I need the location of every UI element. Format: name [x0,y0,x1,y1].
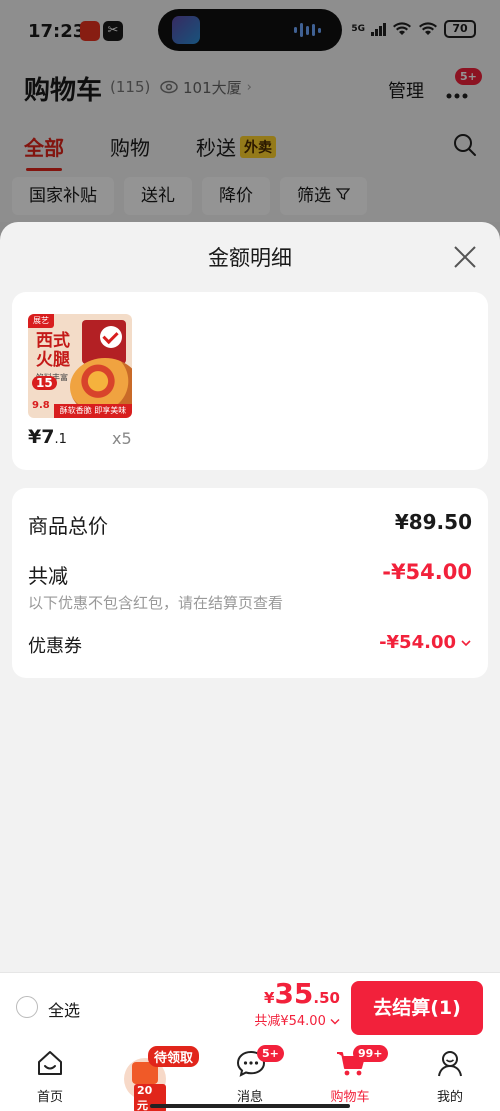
tab-home-label: 首页 [36,1090,63,1105]
amount-currency: ¥ [264,989,275,1007]
saved-toggle[interactable]: 共减¥54.00 [254,1010,340,1029]
product-brand: 展艺 [28,314,54,328]
saved-amount: 共减¥54.00 [254,1014,326,1029]
discount-note: 以下优惠不包含红包，请在结算页查看 [28,594,284,612]
checkout-button[interactable]: 去结算(1) [351,981,483,1035]
chevron-down-icon [330,1019,340,1025]
product-card: 展艺 西式火腿 馅料丰富 15 9.8 酥软香脆 即享美味 ¥7.1 x5 [12,292,488,470]
select-all-label[interactable]: 全选 [48,997,80,1021]
total-label: 商品总价 [28,514,108,538]
promo-15-badge: 15 [32,376,57,390]
checkout-bar: 全选 ¥35.50 共减¥54.00 去结算(1) [0,972,500,1040]
discount-value: -¥54.00 [382,560,472,584]
tab-messages-label: 消息 [236,1090,263,1105]
coupon-row-toggle[interactable]: -¥54.00 [379,632,472,653]
check-badge-icon [100,326,122,348]
amount-dec: .50 [313,989,340,1007]
product-price-int: ¥7 [28,426,55,448]
product-image[interactable]: 展艺 西式火腿 馅料丰富 15 9.8 酥软香脆 即享美味 [28,314,132,418]
home-icon [38,1051,62,1075]
select-all-checkbox[interactable] [16,996,38,1018]
tab-mine-label: 我的 [436,1090,463,1105]
close-icon[interactable] [452,244,478,270]
tab-messages[interactable]: 5+ 消息 [205,1040,295,1111]
messages-badge: 5+ [257,1045,284,1062]
product-quantity: x5 [112,429,132,448]
product-price-dec: .1 [54,432,67,447]
coupon-entry[interactable]: 20元 待领取 [96,1046,206,1111]
sheet-title: 金额明细 [208,246,292,270]
amount-int: 35 [274,977,314,1010]
product-name: 西式火腿 [36,331,70,370]
coupon-label: 优惠券 [28,636,82,657]
product-strip: 酥软香脆 即享美味 [54,404,132,418]
tab-mine[interactable]: 我的 [405,1040,495,1111]
price-summary-card: 商品总价 ¥89.50 共减 -¥54.00 以下优惠不包含红包，请在结算页查看… [12,488,488,678]
coupon-value: -¥54.00 [379,632,456,653]
tab-cart-label: 购物车 [330,1090,370,1105]
product-price: ¥7.1 [28,426,67,448]
tab-home[interactable]: 首页 [5,1040,95,1111]
home-indicator [150,1104,350,1108]
total-amount: ¥35.50 共减¥54.00 [254,977,340,1029]
discount-label: 共减 [28,564,68,588]
profile-icon [438,1051,462,1077]
coupon-tag: 待领取 [148,1046,200,1067]
cart-badge: 99+ [353,1045,388,1062]
total-value: ¥89.50 [394,510,472,534]
tab-cart[interactable]: 99+ 购物车 [305,1040,395,1111]
chevron-down-icon [461,639,471,646]
bottom-tab-bar: 首页 20元 待领取 5+ 消息 99+ 购物车 我的 [0,1040,500,1111]
promo-98-text: 9.8 [32,400,50,411]
